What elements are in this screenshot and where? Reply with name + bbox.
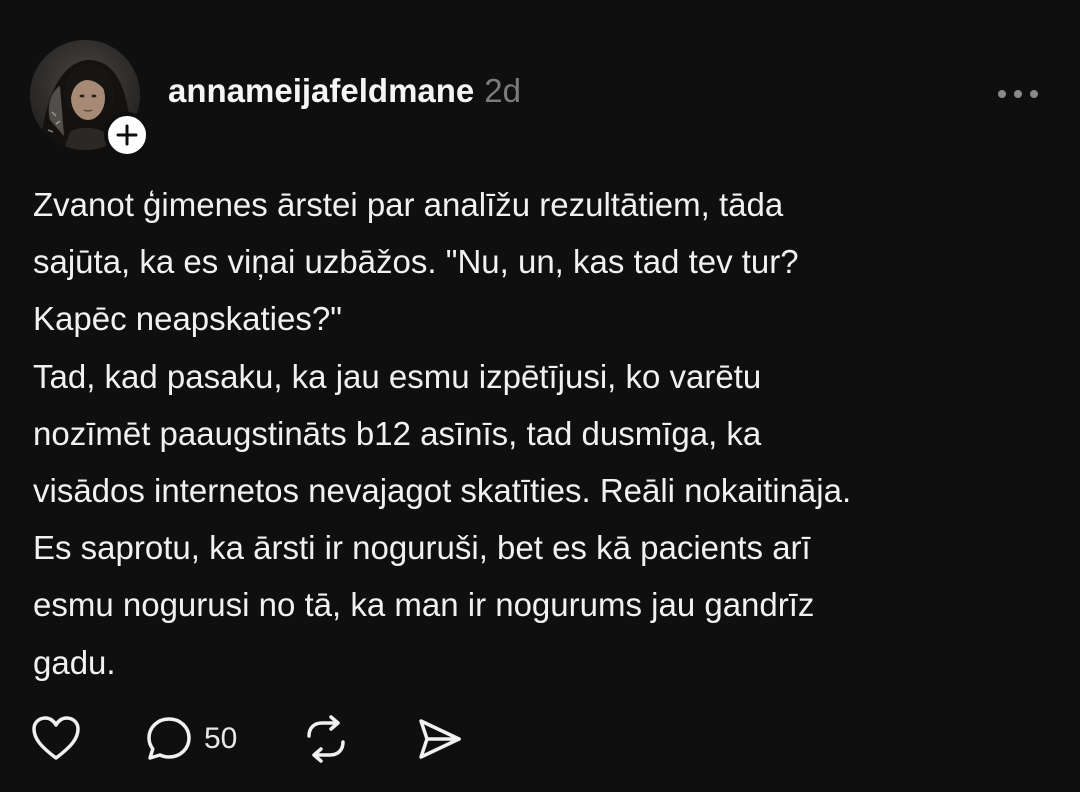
plus-icon <box>116 124 138 146</box>
username-link[interactable]: annameijafeldmane <box>168 72 474 110</box>
post-header: annameijafeldmane 2d <box>168 72 521 116</box>
post-timestamp: 2d <box>484 72 521 109</box>
share-button[interactable] <box>415 714 465 764</box>
reply-button[interactable]: 50 <box>144 714 237 764</box>
more-options-button[interactable] <box>992 74 1044 114</box>
like-button[interactable] <box>30 714 82 764</box>
speech-bubble-icon <box>147 717 191 760</box>
repost-button[interactable] <box>301 714 351 764</box>
avatar-container <box>30 40 150 158</box>
repost-icon <box>307 715 346 763</box>
reply-count: 50 <box>204 722 238 755</box>
follow-button[interactable] <box>104 112 150 158</box>
heart-icon <box>32 716 80 760</box>
action-bar: 50 <box>30 712 465 766</box>
more-options-icon <box>998 90 1038 98</box>
send-icon <box>419 719 462 759</box>
post-body: Zvanot ģimenes ārstei par analīžu rezult… <box>33 186 852 681</box>
post: annameijafeldmane 2d Zvanot ģimenes ārst… <box>0 0 1080 792</box>
